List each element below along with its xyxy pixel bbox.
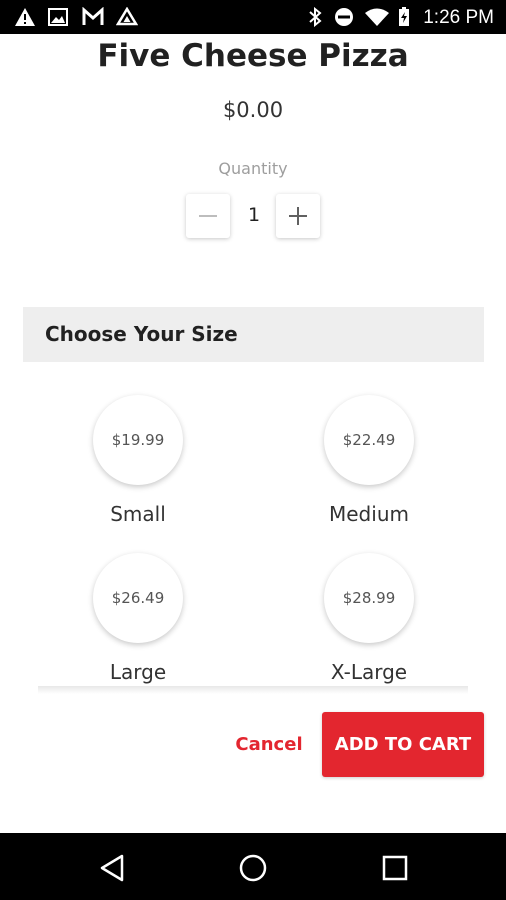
do-not-disturb-icon bbox=[335, 8, 353, 26]
size-options: $19.99 Small $22.49 Medium $26.49 Large … bbox=[0, 362, 506, 690]
image-icon bbox=[48, 8, 68, 26]
product-price: $0.00 bbox=[222, 98, 284, 122]
size-section-title: Choose Your Size bbox=[45, 322, 238, 346]
size-option-label: X-Large bbox=[330, 660, 408, 684]
action-bar-divider bbox=[38, 686, 468, 694]
bluetooth-icon bbox=[309, 7, 322, 27]
warning-icon bbox=[15, 8, 35, 26]
cancel-button[interactable]: Cancel bbox=[226, 730, 312, 760]
drive-icon bbox=[116, 7, 138, 26]
quantity-value: 1 bbox=[247, 204, 261, 226]
size-price-badge: $22.49 bbox=[324, 395, 414, 485]
size-section-header: Choose Your Size bbox=[23, 307, 484, 362]
recents-icon[interactable] bbox=[380, 853, 410, 883]
size-price-badge: $19.99 bbox=[93, 395, 183, 485]
status-time: 1:26 PM bbox=[423, 7, 494, 28]
size-option-label: Small bbox=[110, 502, 166, 526]
system-nav-bar bbox=[0, 833, 506, 900]
minus-icon bbox=[199, 215, 217, 217]
add-to-cart-button[interactable]: ADD TO CART bbox=[322, 712, 484, 777]
product-title: Five Cheese Pizza bbox=[97, 38, 409, 74]
size-price-badge: $26.49 bbox=[93, 553, 183, 643]
size-price-badge: $28.99 bbox=[324, 553, 414, 643]
wifi-icon bbox=[365, 8, 389, 26]
plus-icon bbox=[289, 207, 307, 225]
quantity-decrement-button[interactable] bbox=[186, 194, 230, 238]
quantity-increment-button[interactable] bbox=[276, 194, 320, 238]
size-option-label: Large bbox=[109, 660, 167, 684]
battery-charging-icon bbox=[399, 7, 409, 26]
gmail-icon bbox=[82, 7, 104, 25]
status-bar: 1:26 PM bbox=[0, 0, 506, 34]
size-option-label: Medium bbox=[329, 502, 409, 526]
quantity-label: Quantity bbox=[218, 159, 288, 178]
back-icon[interactable] bbox=[98, 853, 128, 883]
home-icon[interactable] bbox=[238, 853, 268, 883]
